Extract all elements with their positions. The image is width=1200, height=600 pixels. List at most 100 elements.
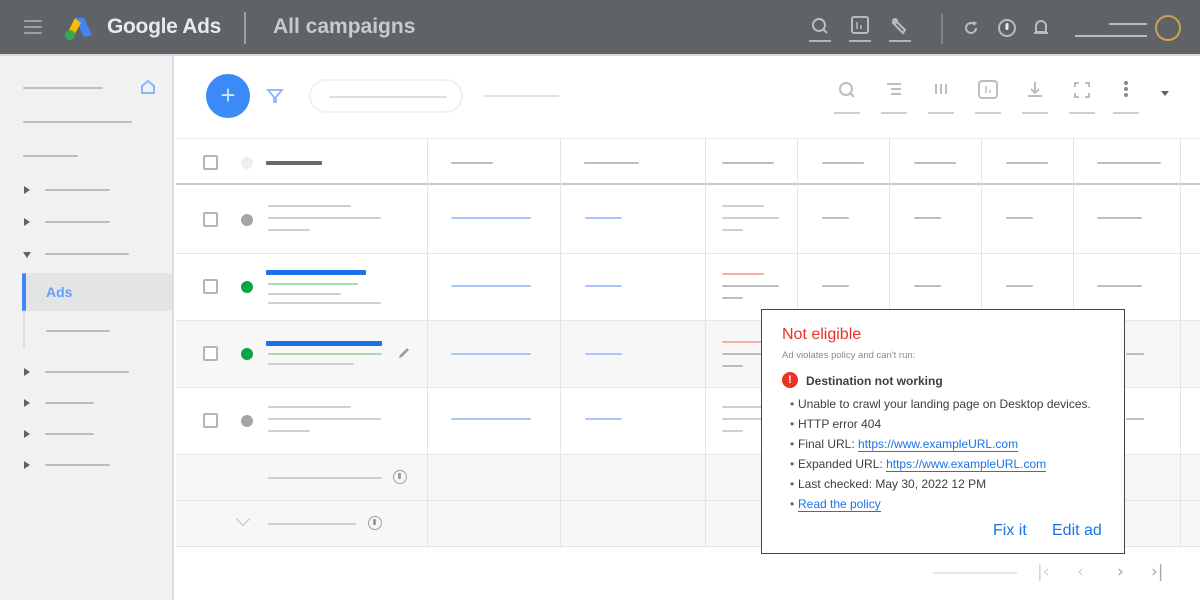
chevron-down-icon[interactable] <box>235 511 251 527</box>
table-row[interactable] <box>176 187 1200 254</box>
link-line[interactable] <box>585 285 622 287</box>
home-icon[interactable] <box>139 78 157 96</box>
link-line[interactable] <box>585 217 622 219</box>
ad-url-line <box>268 283 358 285</box>
column-header[interactable] <box>451 162 493 164</box>
sidebar-item-campaigns[interactable] <box>0 178 172 202</box>
row-checkbox[interactable] <box>203 413 218 428</box>
filter-input[interactable] <box>309 79 463 113</box>
column-header[interactable] <box>1006 162 1048 164</box>
tools-icon[interactable] <box>889 16 911 42</box>
sidebar-item-ad-groups[interactable] <box>0 210 172 234</box>
download-icon[interactable] <box>1022 80 1048 114</box>
columns-icon[interactable] <box>928 80 954 114</box>
row-checkbox[interactable] <box>203 279 218 294</box>
header-divider <box>244 12 246 44</box>
link-line[interactable] <box>451 285 531 287</box>
text-line <box>722 353 762 355</box>
text-line <box>1006 285 1033 287</box>
expand-arrow-icon <box>24 461 30 469</box>
read-policy-link[interactable]: Read the policy <box>798 497 881 512</box>
column-header[interactable] <box>584 162 639 164</box>
reports-icon[interactable] <box>849 16 871 42</box>
prev-page-button[interactable]: ‹ <box>1077 562 1084 582</box>
header-divider <box>941 14 943 44</box>
link-line[interactable] <box>451 217 531 219</box>
text-line <box>268 217 381 219</box>
sidebar-item-ads-assets[interactable] <box>0 242 172 266</box>
fix-it-button[interactable]: Fix it <box>993 522 1027 540</box>
column-header-ad[interactable] <box>266 161 322 165</box>
edit-icon[interactable] <box>396 345 412 361</box>
sidebar-item-ads[interactable]: Ads <box>22 273 172 311</box>
dropdown-caret-icon[interactable] <box>1161 91 1169 96</box>
column-header[interactable] <box>722 162 774 164</box>
final-url-link[interactable]: https://www.exampleURL.com <box>858 437 1019 452</box>
row-checkbox[interactable] <box>203 212 218 227</box>
link-line[interactable] <box>585 353 622 355</box>
column-divider <box>1180 138 1181 547</box>
column-header[interactable] <box>1097 162 1161 164</box>
expanded-url-link[interactable]: https://www.exampleURL.com <box>886 457 1047 472</box>
bullet: • <box>790 457 795 471</box>
next-page-button[interactable]: › <box>1117 562 1124 582</box>
menu-icon[interactable] <box>24 19 42 35</box>
help-icon[interactable] <box>393 470 407 484</box>
avatar[interactable] <box>1155 15 1181 41</box>
search-icon[interactable] <box>809 16 831 42</box>
select-all-checkbox[interactable] <box>203 155 218 170</box>
text-line <box>268 406 351 408</box>
detail-item: • Expanded URL: https://www.exampleURL.co… <box>790 456 1091 476</box>
status-not-eligible-line[interactable] <box>722 273 764 275</box>
policy-status-popup: Not eligible Ad violates policy and can'… <box>761 309 1125 554</box>
ad-url-line <box>268 353 382 355</box>
top-app-bar: Google Ads All campaigns <box>0 0 1200 56</box>
link-line[interactable] <box>451 353 531 355</box>
edit-ad-button[interactable]: Edit ad <box>1052 522 1102 540</box>
text-line <box>268 229 310 231</box>
expand-arrow-icon <box>24 368 30 376</box>
expand-arrow-icon <box>24 399 30 407</box>
link-line[interactable] <box>451 418 531 420</box>
ad-headline-link[interactable] <box>266 270 366 275</box>
search-icon[interactable] <box>834 80 860 114</box>
row-checkbox[interactable] <box>203 346 218 361</box>
google-ads-logo-icon <box>65 18 92 40</box>
sidebar-item-content[interactable] <box>0 422 172 446</box>
help-icon[interactable] <box>997 18 1017 38</box>
sidebar-item-recommendations[interactable] <box>0 110 172 134</box>
text-line <box>722 406 762 408</box>
brand-name[interactable]: Google Ads <box>107 15 221 39</box>
expand-icon[interactable] <box>1069 80 1095 114</box>
sidebar-item-assets[interactable] <box>0 319 172 343</box>
help-icon[interactable] <box>368 516 382 530</box>
add-button[interactable]: + <box>206 74 250 118</box>
account-info[interactable] <box>1073 23 1147 37</box>
first-page-button[interactable]: |‹ <box>1037 562 1050 582</box>
sidebar-item-audiences[interactable] <box>0 391 172 415</box>
detail-item: • Final URL: https://www.exampleURL.com <box>790 436 1091 456</box>
ad-headline-link[interactable] <box>266 341 382 346</box>
detail-item: • Unable to crawl your landing page on De… <box>790 396 1091 416</box>
column-header[interactable] <box>822 162 864 164</box>
reports-icon[interactable] <box>975 80 1001 114</box>
last-page-button[interactable]: ›| <box>1151 562 1164 582</box>
more-icon[interactable] <box>1113 80 1139 114</box>
detail-item: • Last checked: May 30, 2022 12 PM <box>790 476 1091 496</box>
bullet: • <box>790 437 795 451</box>
notifications-icon[interactable] <box>1032 18 1050 38</box>
status-not-eligible-line[interactable] <box>722 341 762 343</box>
detail-label: Final URL: <box>798 437 859 451</box>
column-divider <box>427 138 428 547</box>
link-line[interactable] <box>585 418 622 420</box>
sidebar-item-insights[interactable] <box>0 144 172 168</box>
sidebar-item-settings[interactable] <box>0 453 172 477</box>
rows-per-page[interactable] <box>933 572 1017 574</box>
segment-icon[interactable] <box>881 80 907 114</box>
column-header[interactable] <box>914 162 956 164</box>
sidebar-item-keywords[interactable] <box>0 360 172 384</box>
filter-icon[interactable] <box>266 87 284 105</box>
refresh-icon[interactable] <box>962 19 980 37</box>
expand-arrow-icon <box>24 186 30 194</box>
status-header-dot <box>241 157 253 169</box>
